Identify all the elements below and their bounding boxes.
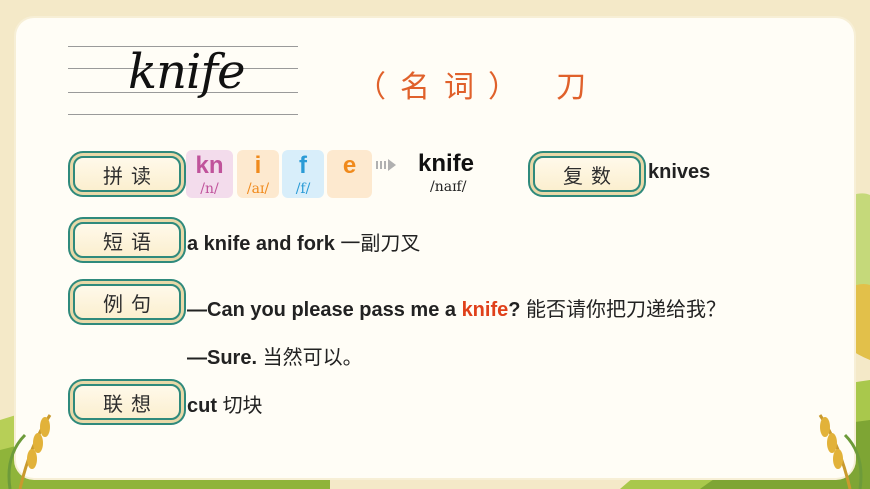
result-word: knife — [418, 150, 475, 177]
tag-plural: 复数 — [533, 156, 641, 192]
phrase-line: a knife and fork 一副刀叉 — [187, 227, 420, 256]
example-q-suffix: ? — [508, 299, 521, 321]
example-a-en: —Sure. — [187, 347, 258, 369]
phrase-cn: 一副刀叉 — [340, 231, 421, 255]
association-cn: 切块 — [222, 393, 263, 417]
phonics-segment: kn/n/ — [186, 150, 233, 198]
example-answer: —Sure. 当然可以。 — [187, 341, 363, 370]
handwriting-headword: knife — [68, 44, 298, 116]
tag-associate: 联想 — [73, 384, 181, 420]
part-of-speech: （名词） — [356, 70, 532, 105]
example-q-cn: 能否请你把刀递给我？ — [526, 297, 727, 321]
segment-letters: e — [342, 152, 357, 179]
phrase-en: a knife and fork — [187, 233, 335, 255]
result-phonetic: /naɪf/ — [430, 179, 467, 195]
tag-example: 例句 — [73, 284, 181, 320]
association-en: cut — [187, 395, 217, 417]
tag-phrase: 短语 — [73, 222, 181, 258]
wheat-right-decoration — [818, 414, 863, 489]
segment-letters: kn — [195, 152, 224, 179]
plural-form: knives — [648, 161, 711, 183]
example-q-prefix: —Can you please pass me a — [187, 299, 462, 321]
example-a-cn: 当然可以。 — [262, 345, 363, 369]
headword: knife — [128, 44, 246, 100]
segment-phonetic: /n/ — [200, 181, 219, 197]
tag-pronounce: 拼读 — [73, 156, 181, 192]
segment-letters: f — [299, 152, 307, 179]
segment-phonetic: /aɪ/ — [246, 181, 270, 197]
phonics-segment: f/f/ — [282, 150, 324, 198]
phonics-segment: e — [327, 150, 372, 198]
phonics-segment: i/aɪ/ — [237, 150, 279, 198]
segment-letters: i — [254, 152, 262, 179]
segment-phonetic: /f/ — [295, 181, 311, 197]
example-question: —Can you please pass me a knife? 能否请你把刀递… — [187, 293, 726, 322]
arrow-right-icon — [376, 159, 396, 171]
meaning: 刀 — [556, 70, 586, 105]
association-line: cut 切块 — [187, 389, 263, 418]
example-q-key: knife — [461, 299, 509, 321]
